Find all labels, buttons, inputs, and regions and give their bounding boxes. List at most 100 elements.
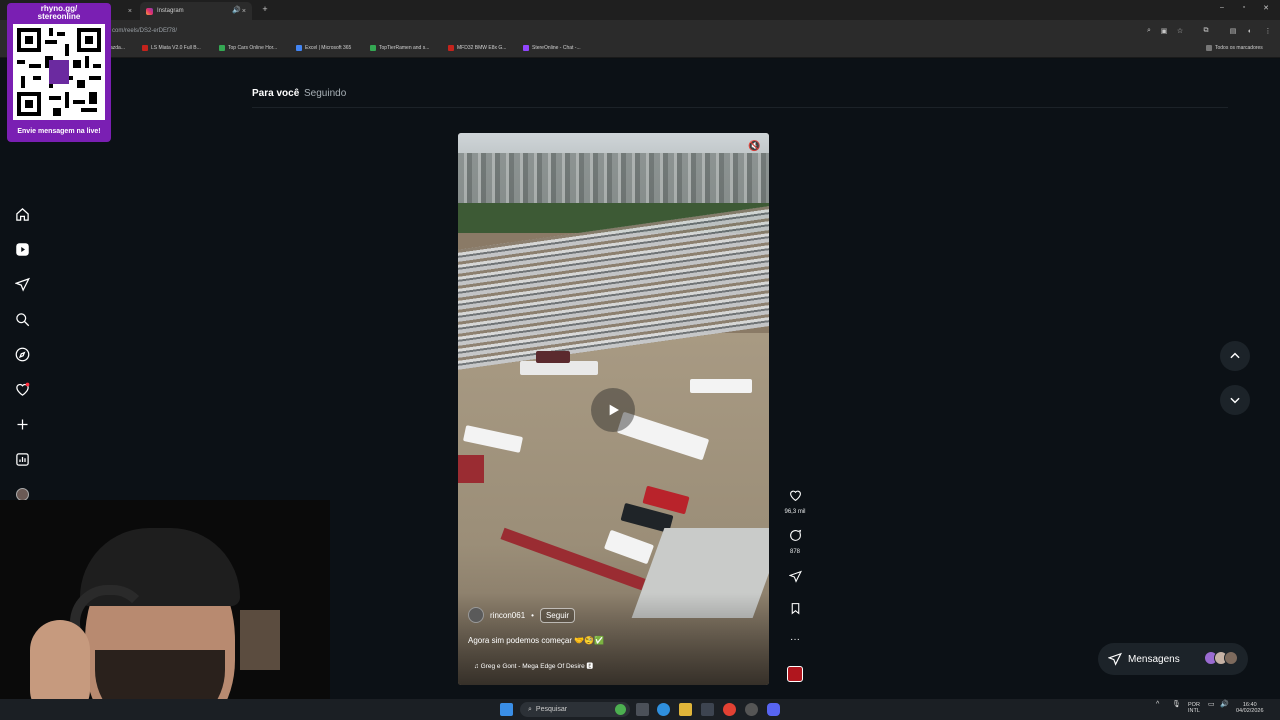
bookmark-favicon-icon — [219, 45, 225, 51]
maximize-icon[interactable]: ▫ — [1238, 4, 1250, 11]
browser-tab-bar: × Instagram 🔊 × + – ▫ ✕ — [0, 0, 1280, 20]
bookmark-item[interactable]: MFD32 BMW E8x G... — [448, 45, 506, 51]
comment-count: 878 — [789, 549, 800, 555]
create-plus-icon[interactable] — [14, 416, 31, 433]
speaker-icon[interactable]: 🔊 — [1220, 701, 1229, 708]
tab-for-you[interactable]: Para você — [252, 88, 299, 99]
chrome-icon[interactable] — [723, 703, 736, 716]
language-indicator[interactable]: POR INTL — [1188, 702, 1200, 714]
cast-icon[interactable]: ▣ — [1158, 25, 1170, 37]
qr-title: rhyno.gg/ stereonline — [37, 4, 81, 21]
next-reel-button[interactable] — [1220, 385, 1250, 415]
qr-message: Envie mensagem na live! — [17, 128, 101, 135]
reel-caption[interactable]: Agora sim podemos começar 🤝🧐✅ — [468, 636, 604, 645]
task-view-icon[interactable] — [636, 703, 649, 716]
mute-icon[interactable]: 🔇 — [748, 141, 760, 152]
new-tab-button[interactable]: + — [259, 3, 271, 15]
bookmark-favicon-icon — [448, 45, 454, 51]
reel-author: rincon061 • Seguir — [468, 607, 576, 623]
bookmark-item[interactable]: LS Miata V2.0 Full B... — [142, 45, 201, 51]
browser-tab-instagram[interactable]: Instagram 🔊 × — [140, 2, 252, 20]
comment-button[interactable]: 878 — [784, 529, 806, 555]
bookmark-favicon-icon — [523, 45, 529, 51]
edge-icon[interactable] — [657, 703, 670, 716]
instagram-favicon-icon — [146, 7, 153, 15]
mic-icon[interactable]: 🎙 — [1172, 701, 1181, 708]
bookmark-item[interactable]: TopTierRamen and s... — [370, 45, 429, 51]
reel-music[interactable]: ♫ Greg e Gont - Mega Edge Of Desire 🅴 — [474, 660, 593, 670]
tab-close-icon[interactable]: × — [128, 8, 132, 15]
file-explorer-icon[interactable] — [679, 703, 692, 716]
audio-thumbnail[interactable] — [787, 666, 803, 682]
tray-chevron-up-icon[interactable]: ^ — [1156, 701, 1159, 708]
direct-messages-icon[interactable] — [14, 276, 31, 293]
bookmark-favicon-icon — [370, 45, 376, 51]
qr-code-image — [13, 24, 105, 120]
speaker-icon[interactable]: 🔊 — [232, 6, 241, 14]
taskbar-search[interactable]: ⌕ Pesquisar — [520, 702, 630, 717]
bookmark-item[interactable]: Top Cars Online Hor... — [219, 45, 277, 51]
feed-divider — [252, 107, 1228, 108]
save-button[interactable] — [784, 602, 806, 620]
previous-reel-button[interactable] — [1220, 341, 1250, 371]
profile-icon[interactable]: ◐ — [1244, 25, 1256, 37]
search-icon[interactable] — [14, 311, 31, 328]
home-icon[interactable] — [14, 206, 31, 223]
follow-button[interactable]: Seguir — [539, 607, 576, 623]
notifications-heart-icon[interactable] — [14, 381, 31, 398]
sidebar-icon[interactable]: ▤ — [1227, 25, 1239, 37]
heart-icon — [789, 490, 801, 502]
windows-taskbar: ⌕ Pesquisar ^ 🎙 POR INTL ▭ 🔊 16:40 04/02… — [0, 699, 1280, 720]
reel-video[interactable]: 🔇 rincon061 • Seguir Agora sim podemos c… — [458, 133, 769, 685]
comment-icon — [789, 529, 801, 541]
settings-icon[interactable] — [745, 703, 758, 716]
close-window-icon[interactable]: ✕ — [1260, 4, 1272, 12]
browser-tab-1[interactable]: × — [110, 2, 138, 20]
like-count: 96,3 mil — [784, 509, 806, 515]
play-button[interactable] — [591, 388, 635, 432]
extensions-icon[interactable]: ⧉ — [1200, 25, 1212, 37]
video-car — [536, 351, 570, 363]
bookmarks-bar: azda... LS Miata V2.0 Full B... Top Cars… — [0, 42, 1280, 58]
like-button[interactable]: 96,3 mil — [784, 489, 806, 515]
url-field[interactable]: com/reels/DS2-erDEf78/ — [108, 24, 1138, 38]
search-highlight-icon — [615, 704, 626, 715]
author-username[interactable]: rincon061 — [490, 611, 525, 620]
messages-label: Mensagens — [1128, 653, 1180, 665]
bookmark-star-icon[interactable]: ☆ — [1174, 25, 1186, 37]
more-options-icon[interactable]: ··· — [784, 634, 806, 645]
share-button[interactable] — [784, 570, 806, 588]
reels-icon[interactable] — [14, 241, 31, 258]
address-bar-row: com/reels/DS2-erDEf78/ — [0, 20, 1280, 42]
video-truck — [520, 361, 598, 375]
minimize-icon[interactable]: – — [1216, 4, 1228, 11]
dashboard-icon[interactable] — [14, 451, 31, 468]
zoom-icon[interactable]: ⌕ — [1143, 25, 1155, 37]
bookmark-item[interactable]: azda... — [110, 45, 125, 51]
folder-icon — [1206, 45, 1212, 51]
explore-icon[interactable] — [14, 346, 31, 363]
bookmark-icon — [791, 603, 799, 615]
bookmark-favicon-icon — [142, 45, 148, 51]
webcam-overlay — [0, 500, 330, 720]
messages-button[interactable]: Mensagens — [1098, 643, 1248, 675]
avatar — [1224, 651, 1238, 665]
bookmark-item[interactable]: Excel | Microsoft 365 — [296, 45, 351, 51]
windows-start-icon[interactable] — [500, 703, 513, 716]
bookmark-favicon-icon — [296, 45, 302, 51]
discord-icon[interactable] — [767, 703, 780, 716]
tab-following[interactable]: Seguindo — [304, 88, 346, 99]
search-icon: ⌕ — [528, 705, 532, 713]
store-icon[interactable] — [701, 703, 714, 716]
all-bookmarks[interactable]: Todos os marcadores — [1206, 45, 1263, 51]
display-icon[interactable]: ▭ — [1208, 701, 1215, 708]
video-truck — [690, 379, 752, 393]
chevron-up-icon — [1230, 352, 1240, 359]
clock[interactable]: 16:40 04/02/2026 — [1236, 702, 1264, 714]
tab-label: Instagram — [157, 8, 184, 14]
message-avatars — [1204, 651, 1238, 665]
bookmark-item[interactable]: StereOnline - Chat -... — [523, 45, 581, 51]
tab-close-icon[interactable]: × — [242, 8, 246, 15]
author-avatar[interactable] — [468, 607, 484, 623]
menu-icon[interactable]: ⋮ — [1262, 25, 1274, 37]
